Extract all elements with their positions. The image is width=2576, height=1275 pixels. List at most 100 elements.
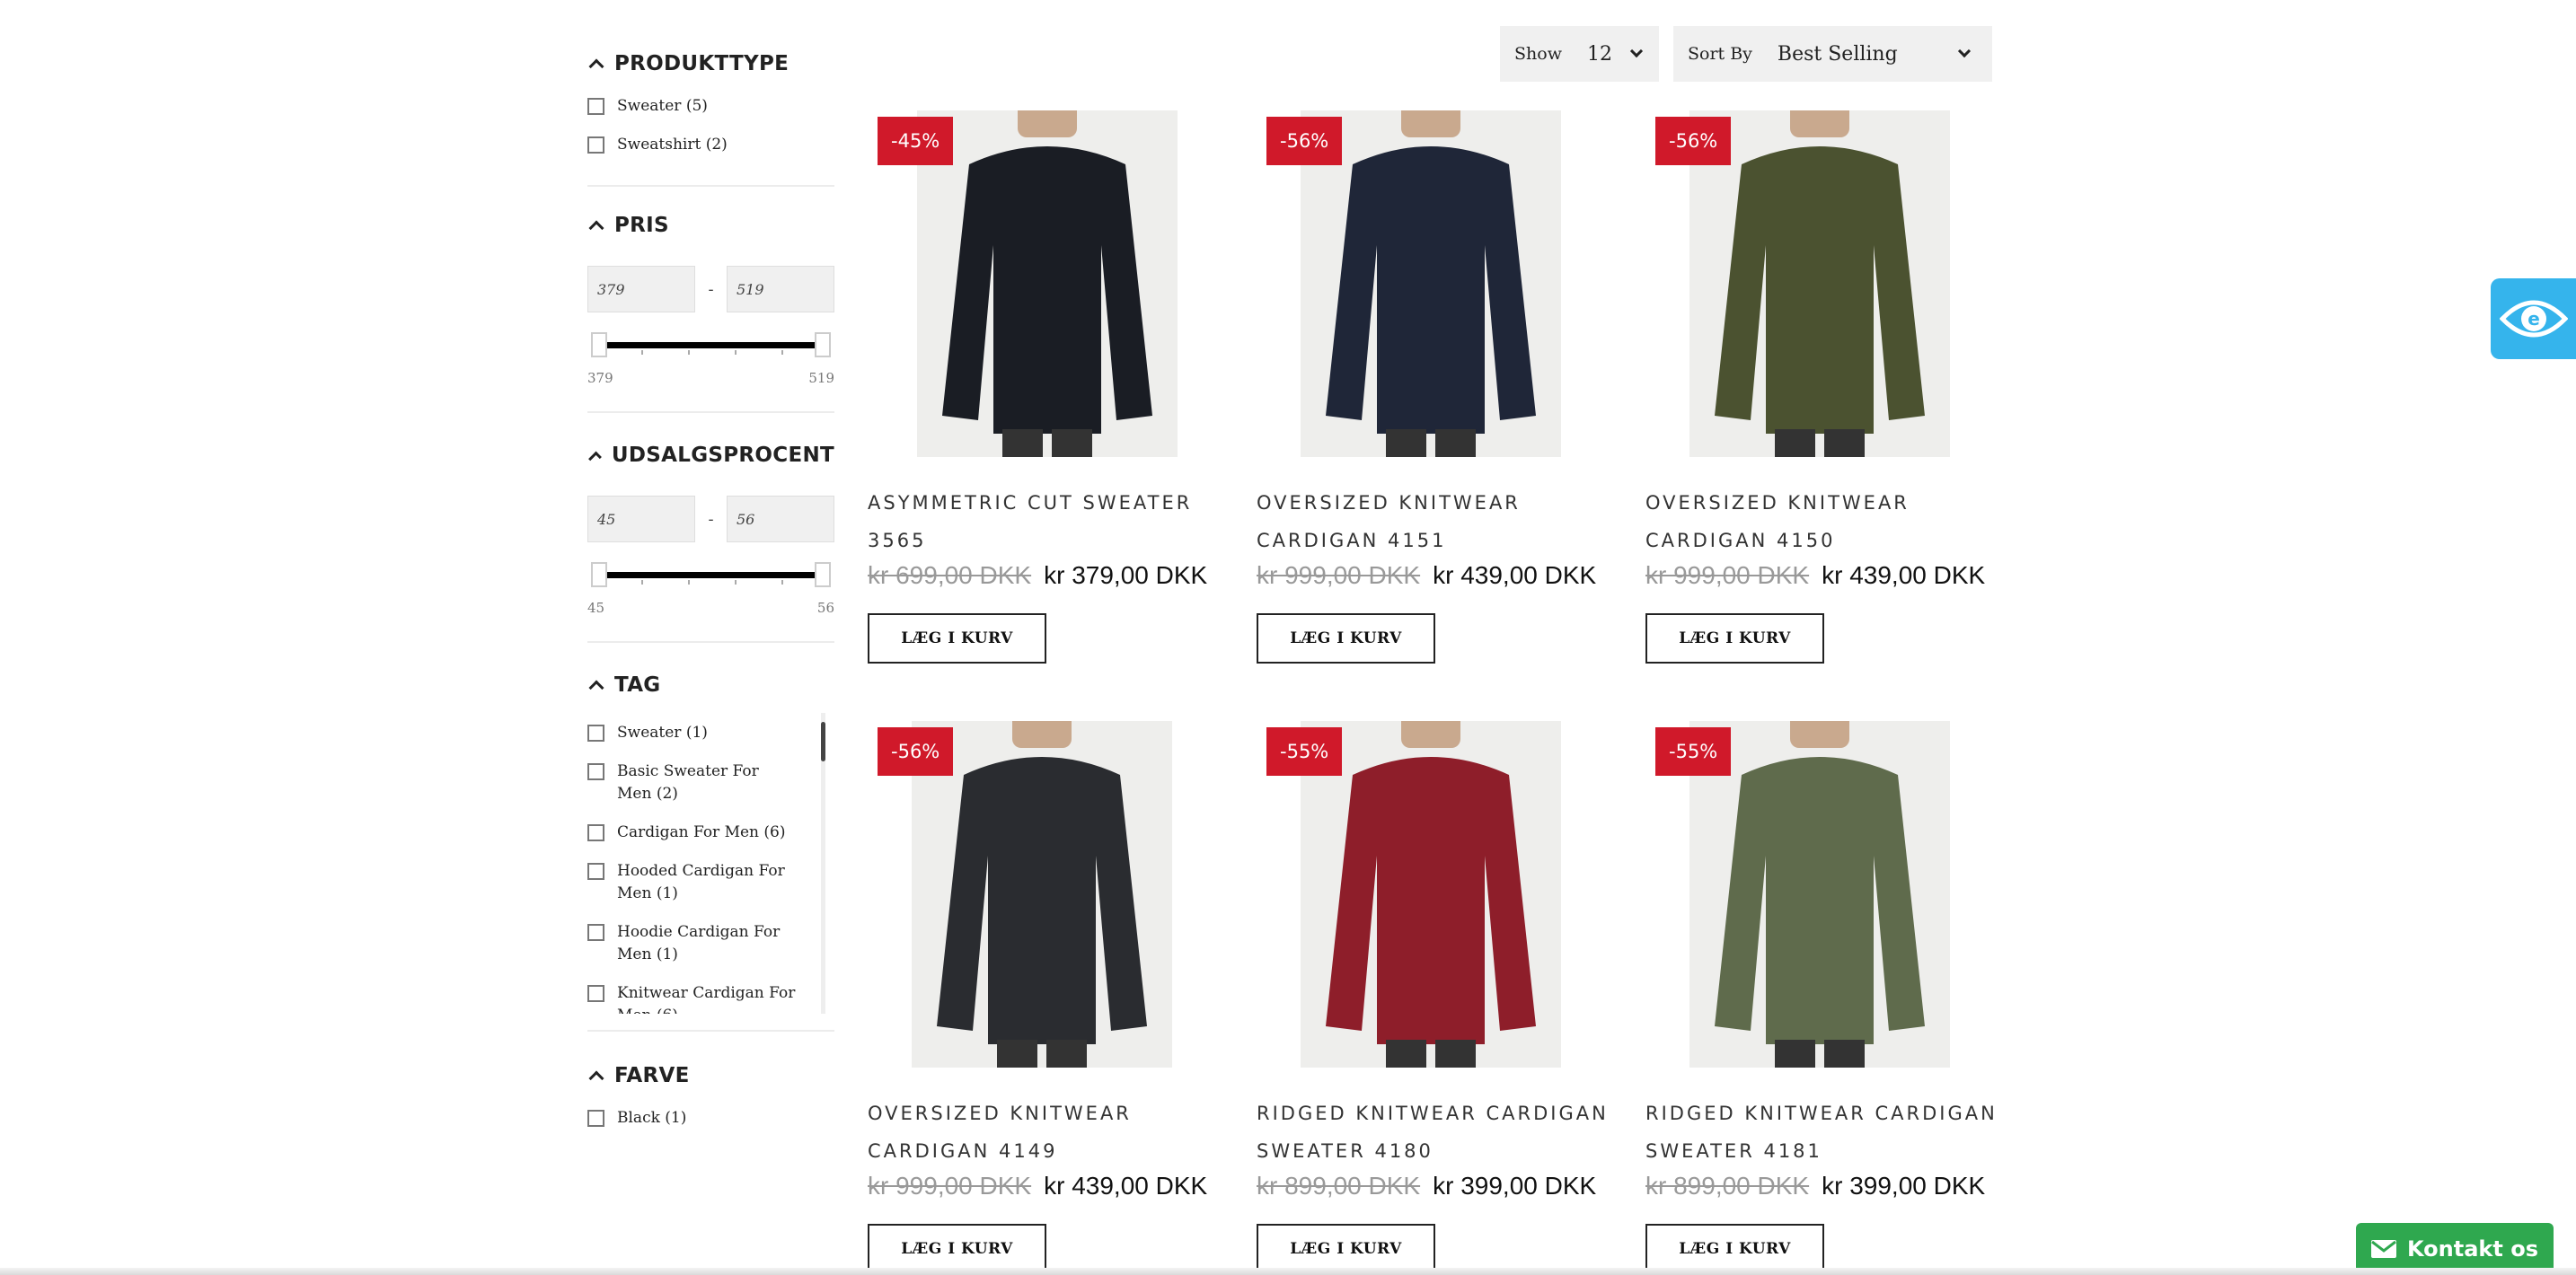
filter-option-tag[interactable]: Knitwear Cardigan For Men (6) xyxy=(587,982,834,1014)
filter-option-label: Black (1) xyxy=(617,1109,687,1127)
discount-max-label: 56 xyxy=(816,600,834,616)
price-min-input[interactable] xyxy=(587,266,695,312)
checkbox[interactable] xyxy=(587,98,604,115)
product-image-link[interactable]: -56% xyxy=(1257,110,1616,457)
discount-min-label: 45 xyxy=(587,600,605,616)
filter-option-tag[interactable]: Hooded Cardigan For Men (1) xyxy=(587,860,834,905)
product-price: kr 999,00 DKK kr 439,00 DKK xyxy=(868,1172,1227,1200)
filter-tag-toggle[interactable]: TAG xyxy=(587,657,834,713)
add-to-cart-button[interactable]: LÆG I KURV xyxy=(1257,613,1435,664)
range-dash: - xyxy=(708,279,714,299)
product-image-link[interactable]: -55% xyxy=(1645,721,2005,1068)
discount-badge: -56% xyxy=(1655,117,1732,165)
add-to-cart-button[interactable]: LÆG I KURV xyxy=(1645,1224,1824,1274)
sale-price: kr 379,00 DKK xyxy=(1044,561,1208,589)
filter-tag: TAG Sweater (1) Basic Sweater For Men (2… xyxy=(587,643,834,1032)
product-title[interactable]: OVERSIZED KNITWEAR CARDIGAN 4151 xyxy=(1257,484,1625,559)
product-card: -55% RIDGED KNITWEAR CARDIGAN SWEATER 41… xyxy=(1257,721,1616,1274)
slider-tick xyxy=(688,350,690,355)
price-max-label: 519 xyxy=(808,370,834,386)
product-card: -56% OVERSIZED KNITWEAR CARDIGAN 4149 kr… xyxy=(868,721,1227,1274)
sale-price: kr 439,00 DKK xyxy=(1822,561,1986,589)
product-card: -45% ASYMMETRIC CUT SWEATER 3565 kr 699,… xyxy=(868,110,1227,664)
sort-by-select[interactable]: Sort By Best Selling xyxy=(1673,26,1992,82)
discount-badge: -45% xyxy=(878,117,954,165)
filter-option-sweatshirt[interactable]: Sweatshirt (2) xyxy=(587,134,834,156)
show-value: 12 xyxy=(1586,42,1612,66)
checkbox[interactable] xyxy=(587,824,604,841)
filter-pris-toggle[interactable]: PRIS xyxy=(587,198,834,253)
slider-tick xyxy=(641,350,643,355)
svg-text:e: e xyxy=(2527,308,2540,330)
old-price: kr 699,00 DKK xyxy=(868,561,1032,589)
filter-udsalgsprocent-toggle[interactable]: UDSALGSPROCENT xyxy=(587,427,834,483)
slider-handle-max[interactable] xyxy=(815,332,831,357)
price-max-input[interactable] xyxy=(727,266,834,312)
sale-price: kr 399,00 DKK xyxy=(1433,1172,1597,1200)
filter-option-tag[interactable]: Hoodie Cardigan For Men (1) xyxy=(587,921,834,966)
slider-handle-min[interactable] xyxy=(591,332,607,357)
price-slider[interactable] xyxy=(587,332,834,357)
product-title[interactable]: RIDGED KNITWEAR CARDIGAN SWEATER 4180 xyxy=(1257,1095,1625,1170)
add-to-cart-button[interactable]: LÆG I KURV xyxy=(1257,1224,1435,1274)
product-image-link[interactable]: -56% xyxy=(1645,110,2005,457)
product-title[interactable]: OVERSIZED KNITWEAR CARDIGAN 4150 xyxy=(1645,484,2014,559)
add-to-cart-button[interactable]: LÆG I KURV xyxy=(868,1224,1046,1274)
filter-option-label: Sweater (1) xyxy=(617,724,708,742)
accessibility-widget[interactable]: e xyxy=(2491,278,2576,359)
slider-track xyxy=(607,572,815,578)
filter-option-tag[interactable]: Sweater (1) xyxy=(587,722,834,744)
product-image-link[interactable]: -45% xyxy=(868,110,1227,457)
checkbox[interactable] xyxy=(587,924,604,941)
range-dash: - xyxy=(708,509,714,529)
tag-scrollbar[interactable] xyxy=(821,713,825,1014)
checkbox[interactable] xyxy=(587,136,604,154)
sort-value: Best Selling xyxy=(1777,42,1898,66)
sort-label: Sort By xyxy=(1688,44,1752,64)
product-image-link[interactable]: -55% xyxy=(1257,721,1616,1068)
discount-max-input[interactable] xyxy=(727,496,834,542)
checkbox[interactable] xyxy=(587,1110,604,1127)
sale-price: kr 439,00 DKK xyxy=(1044,1172,1208,1200)
add-to-cart-button[interactable]: LÆG I KURV xyxy=(1645,613,1824,664)
chevron-up-icon xyxy=(588,680,604,696)
filter-option-label: Hooded Cardigan For Men (1) xyxy=(617,862,785,902)
add-to-cart-button[interactable]: LÆG I KURV xyxy=(868,613,1046,664)
old-price: kr 999,00 DKK xyxy=(1257,561,1421,589)
discount-min-input[interactable] xyxy=(587,496,695,542)
filter-produkttype-toggle[interactable]: PRODUKTTYPE xyxy=(587,36,834,92)
filter-produkttype: PRODUKTTYPE Sweater (5) Sweatshirt (2) xyxy=(587,36,834,187)
scrollbar-thumb[interactable] xyxy=(821,722,825,761)
product-image-link[interactable]: -56% xyxy=(868,721,1227,1068)
old-price: kr 999,00 DKK xyxy=(868,1172,1032,1200)
slider-handle-min[interactable] xyxy=(591,562,607,587)
product-title[interactable]: ASYMMETRIC CUT SWEATER 3565 xyxy=(868,484,1236,559)
checkbox[interactable] xyxy=(587,763,604,780)
filter-option-sweater[interactable]: Sweater (5) xyxy=(587,95,834,118)
slider-handle-max[interactable] xyxy=(815,562,831,587)
product-image[interactable] xyxy=(917,110,1178,457)
filter-title: FARVE xyxy=(614,1064,690,1087)
show-per-page-select[interactable]: Show 12 xyxy=(1500,26,1659,82)
old-price: kr 899,00 DKK xyxy=(1645,1172,1810,1200)
price-min-label: 379 xyxy=(587,370,613,386)
discount-badge: -55% xyxy=(1266,727,1343,776)
filter-farve: FARVE Black (1) xyxy=(587,1032,834,1164)
product-price: kr 999,00 DKK kr 439,00 DKK xyxy=(1645,561,2005,590)
chevron-up-icon xyxy=(588,1070,604,1086)
filter-option-black[interactable]: Black (1) xyxy=(587,1107,834,1130)
checkbox[interactable] xyxy=(587,863,604,880)
product-toolbar: Show 12 Sort By Best Selling xyxy=(1500,26,1992,82)
product-title[interactable]: OVERSIZED KNITWEAR CARDIGAN 4149 xyxy=(868,1095,1236,1170)
product-title[interactable]: RIDGED KNITWEAR CARDIGAN SWEATER 4181 xyxy=(1645,1095,2014,1170)
filter-option-tag[interactable]: Basic Sweater For Men (2) xyxy=(587,761,834,805)
filter-farve-toggle[interactable]: FARVE xyxy=(587,1048,834,1104)
checkbox[interactable] xyxy=(587,725,604,742)
checkbox[interactable] xyxy=(587,985,604,1002)
discount-slider[interactable] xyxy=(587,562,834,587)
filter-option-label: Sweatshirt (2) xyxy=(617,136,728,154)
eye-icon: e xyxy=(2499,300,2568,338)
product-price: kr 699,00 DKK kr 379,00 DKK xyxy=(868,561,1227,590)
sale-price: kr 439,00 DKK xyxy=(1433,561,1597,589)
filter-option-tag[interactable]: Cardigan For Men (6) xyxy=(587,822,834,844)
